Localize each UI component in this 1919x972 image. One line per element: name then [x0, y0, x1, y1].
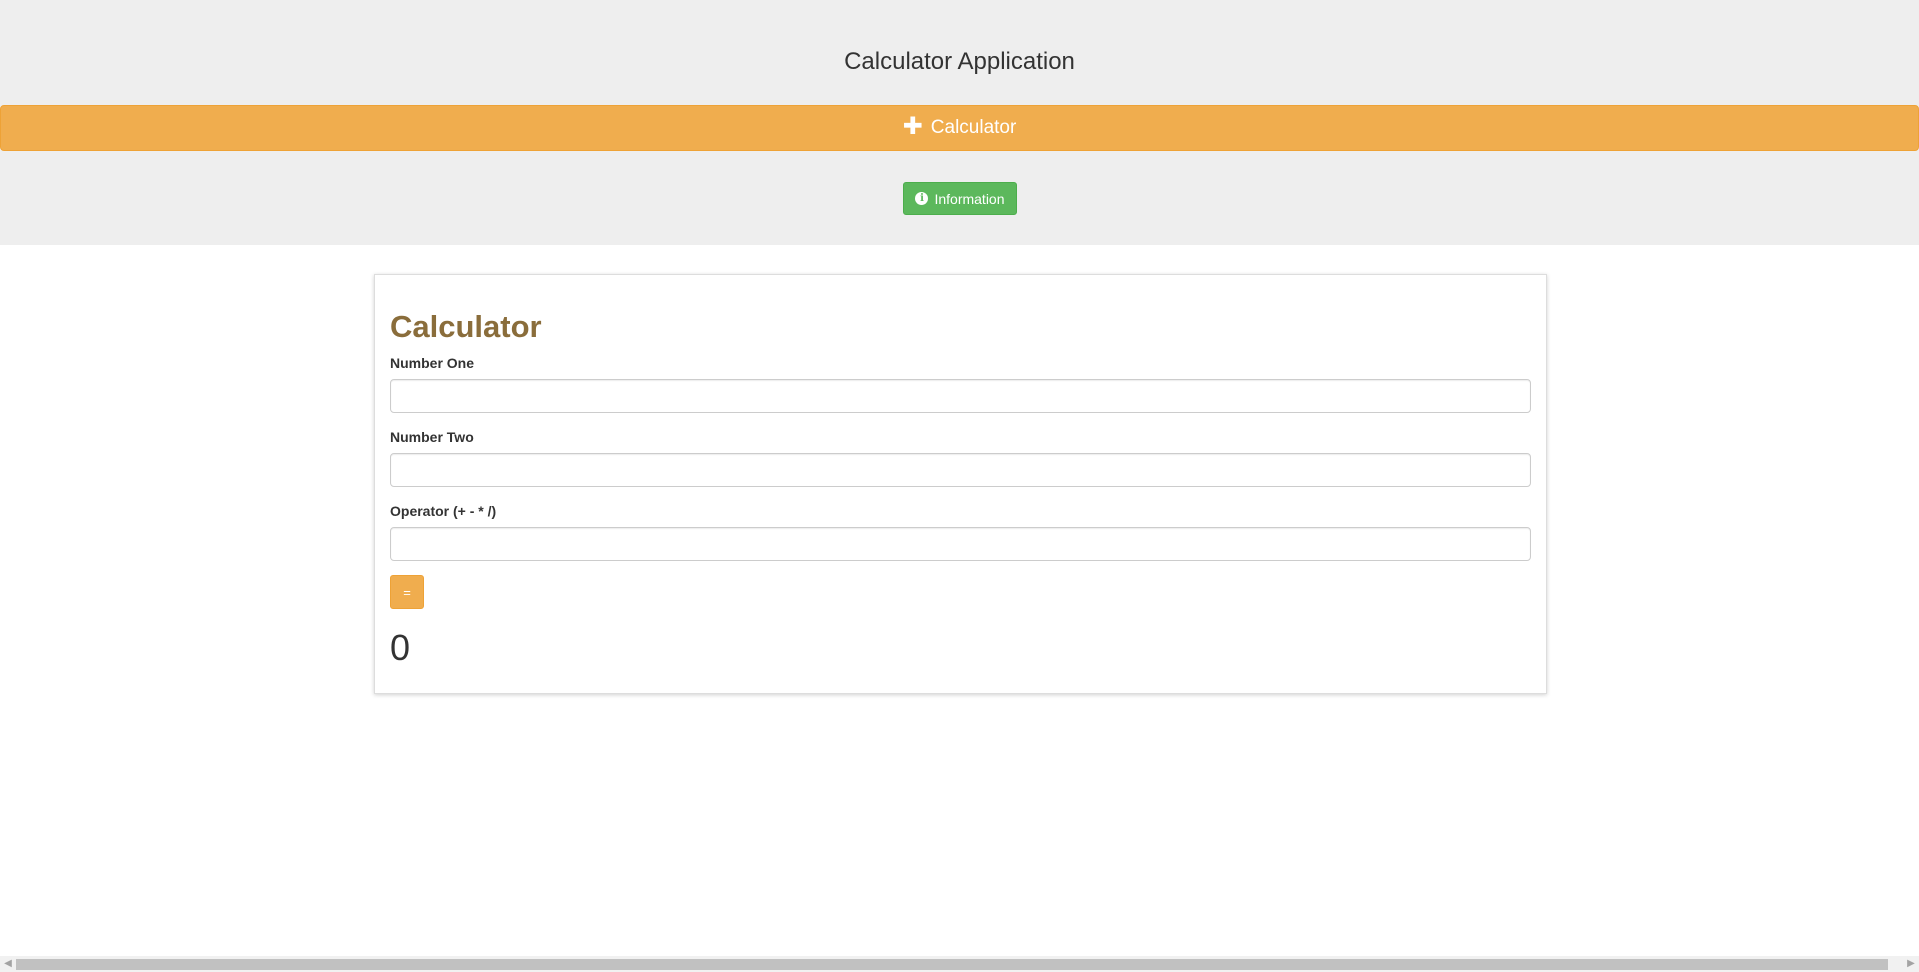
scrollbar-thumb[interactable] — [16, 959, 1888, 970]
result-value: 0 — [390, 627, 411, 668]
number-one-input[interactable] — [390, 379, 1531, 413]
plus-icon: ✚ — [902, 112, 923, 140]
calculator-card: Calculator Number One Number Two Operato… — [374, 274, 1547, 694]
number-one-label: Number One — [390, 355, 475, 371]
horizontal-scrollbar[interactable]: ◀ ▶ — [0, 956, 1919, 972]
calculator-title: Calculator — [390, 309, 542, 344]
calculator-bar-button[interactable]: ✚ Calculator — [0, 105, 1919, 151]
equals-button[interactable]: = — [390, 575, 424, 609]
number-two-input[interactable] — [390, 453, 1531, 487]
app-title: Calculator Application — [844, 48, 1075, 75]
number-two-label: Number Two — [390, 429, 474, 445]
operator-input[interactable] — [390, 527, 1531, 561]
scroll-right-icon[interactable]: ▶ — [1903, 956, 1919, 972]
information-button-label: Information — [934, 190, 1005, 207]
information-button[interactable]: i Information — [903, 182, 1017, 215]
scroll-left-icon[interactable]: ◀ — [0, 956, 16, 972]
calculator-bar-label: Calculator — [930, 117, 1017, 138]
app-header: Calculator Application ✚ Calculator i In… — [0, 0, 1919, 245]
info-circle-icon: i — [915, 192, 929, 205]
operator-label: Operator (+ - * /) — [390, 503, 497, 519]
